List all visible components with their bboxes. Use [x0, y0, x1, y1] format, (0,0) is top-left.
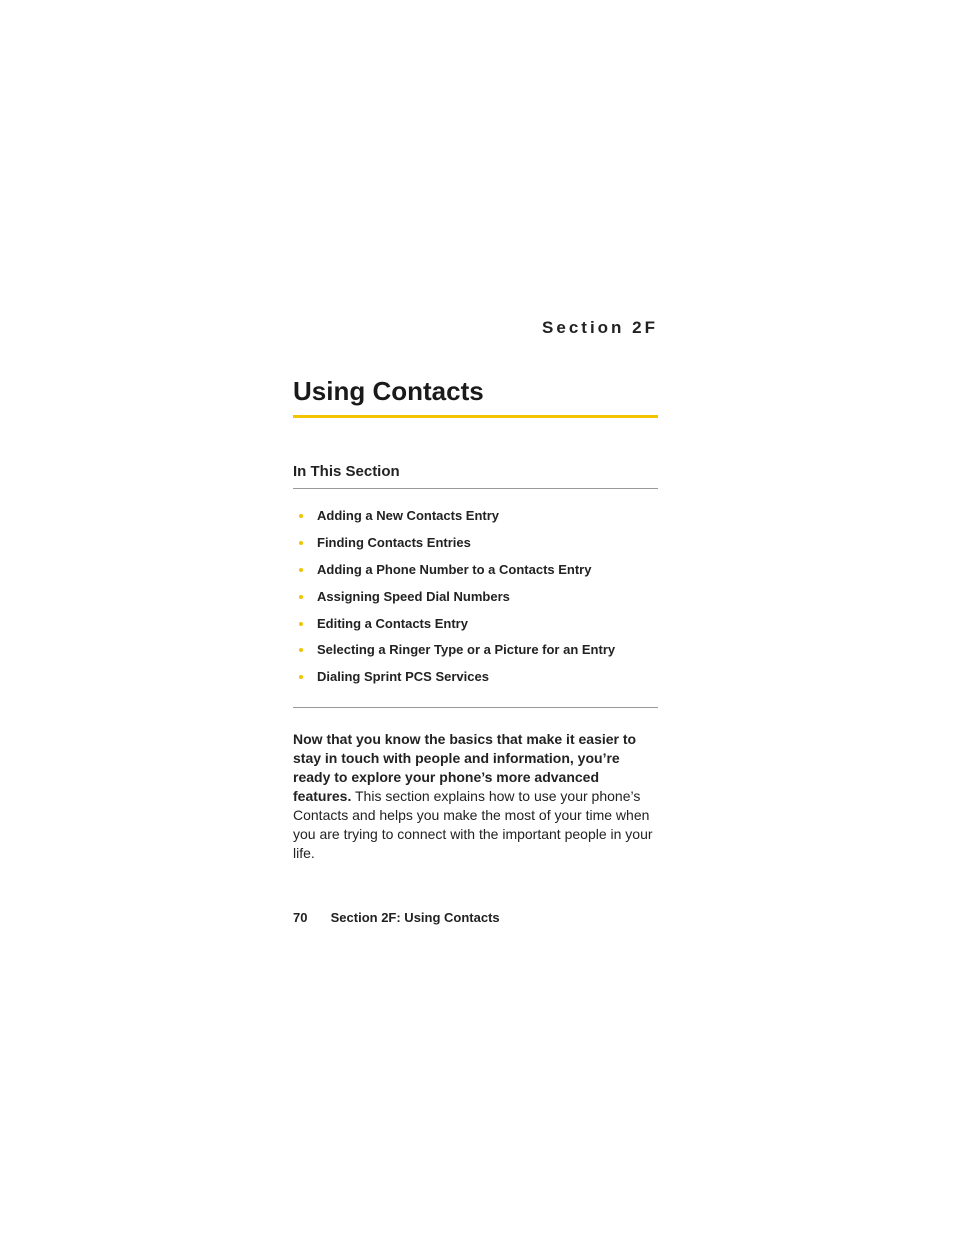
divider — [293, 707, 658, 708]
intro-paragraph: Now that you know the basics that make i… — [293, 730, 658, 862]
page-footer: 70 Section 2F: Using Contacts — [293, 910, 500, 925]
in-this-section-heading: In This Section — [293, 463, 658, 489]
footer-text: Section 2F: Using Contacts — [331, 910, 500, 925]
page-number: 70 — [293, 910, 327, 925]
page-title: Using Contacts — [293, 376, 658, 418]
page: Section 2F Using Contacts In This Sectio… — [0, 0, 954, 1235]
toc-item: Adding a New Contacts Entry — [299, 503, 658, 530]
content-block: Section 2F Using Contacts In This Sectio… — [293, 318, 658, 862]
toc-item: Adding a Phone Number to a Contacts Entr… — [299, 557, 658, 584]
toc-item: Finding Contacts Entries — [299, 530, 658, 557]
toc-list: Adding a New Contacts Entry Finding Cont… — [299, 503, 658, 691]
section-label: Section 2F — [293, 318, 658, 338]
toc-item: Selecting a Ringer Type or a Picture for… — [299, 637, 658, 664]
toc-item: Editing a Contacts Entry — [299, 611, 658, 638]
toc-item: Assigning Speed Dial Numbers — [299, 584, 658, 611]
toc-item: Dialing Sprint PCS Services — [299, 664, 658, 691]
